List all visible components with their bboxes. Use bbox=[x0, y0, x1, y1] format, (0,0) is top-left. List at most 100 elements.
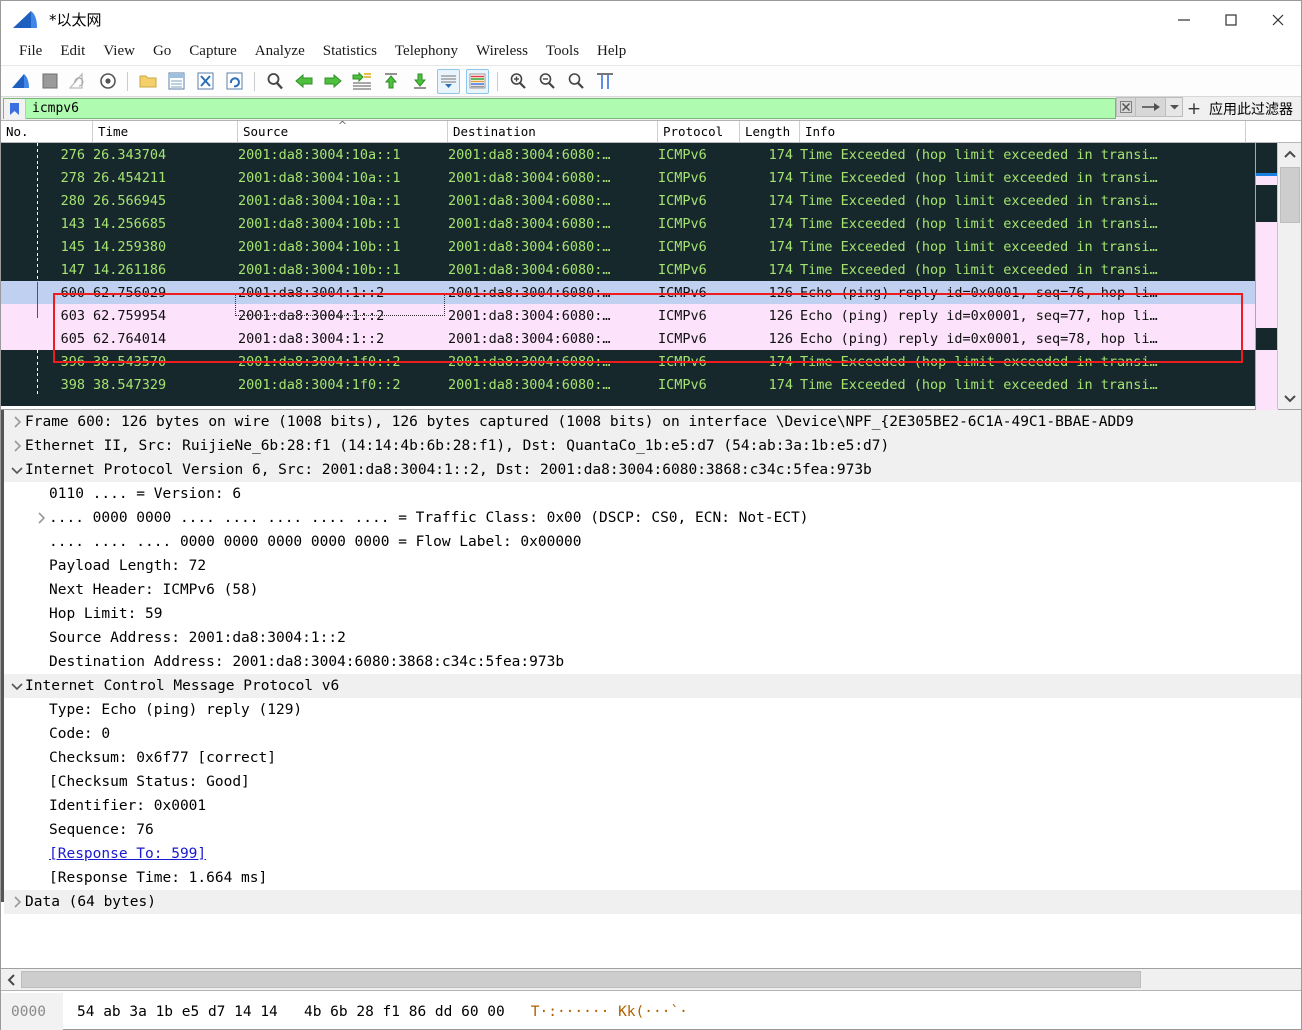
table-row[interactable]: 143 14.256685 2001:da8:3004:10b::1 2001:da8… bbox=[1, 212, 1301, 235]
detail-line[interactable]: Frame 600: 126 bytes on wire (1008 bits)… bbox=[1, 410, 1301, 434]
detail-line[interactable]: Identifier: 0x0001 bbox=[1, 794, 1301, 818]
colorize-icon[interactable] bbox=[466, 68, 489, 94]
chevron-right-icon[interactable] bbox=[9, 416, 25, 428]
table-row[interactable]: 605 62.764014 2001:da8:3004:1::2 2001:da8:3… bbox=[1, 327, 1301, 350]
arrow-right-icon[interactable] bbox=[321, 69, 344, 94]
chevron-down-icon[interactable] bbox=[9, 466, 25, 475]
detail-line[interactable]: Internet Protocol Version 6, Src: 2001:d… bbox=[1, 458, 1301, 482]
chevron-right-icon[interactable] bbox=[33, 512, 49, 524]
menu-capture[interactable]: Capture bbox=[180, 41, 245, 63]
reload-icon[interactable] bbox=[223, 69, 246, 94]
close-file-icon[interactable] bbox=[194, 69, 217, 94]
filter-input[interactable]: icmpv6 bbox=[26, 101, 1115, 116]
detail-line[interactable]: Data (64 bytes) bbox=[1, 890, 1301, 914]
detail-line[interactable]: [Checksum Status: Good] bbox=[1, 770, 1301, 794]
resize-columns-icon[interactable] bbox=[593, 69, 616, 94]
magnifier-icon[interactable] bbox=[263, 69, 286, 94]
detail-line[interactable]: Ethernet II, Src: RuijieNe_6b:28:f1 (14:… bbox=[1, 434, 1301, 458]
chevron-left-icon[interactable] bbox=[1, 969, 21, 990]
clear-x-icon[interactable] bbox=[1116, 97, 1136, 117]
detail-line[interactable]: Code: 0 bbox=[1, 722, 1301, 746]
table-row[interactable]: 276 26.343704 2001:da8:3004:10a::1 2001:da8… bbox=[1, 143, 1301, 166]
detail-line[interactable]: [Response To: 599] bbox=[1, 842, 1301, 866]
detail-horizontal-scrollbar[interactable] bbox=[1, 969, 1301, 991]
packet-list-rows[interactable]: 276 26.343704 2001:da8:3004:10a::1 2001:da8… bbox=[1, 143, 1301, 409]
column-header-source[interactable]: Source ^ bbox=[238, 121, 448, 142]
menu-wireless[interactable]: Wireless bbox=[467, 41, 537, 63]
autoscroll-icon[interactable] bbox=[437, 68, 460, 94]
shark-fin-icon[interactable] bbox=[9, 69, 32, 94]
column-header-length[interactable]: Length bbox=[740, 121, 800, 142]
detail-line[interactable]: Payload Length: 72 bbox=[1, 554, 1301, 578]
table-row[interactable]: 278 26.454211 2001:da8:3004:10a::1 2001:da8… bbox=[1, 166, 1301, 189]
detail-line[interactable]: Hop Limit: 59 bbox=[1, 602, 1301, 626]
detail-line[interactable]: .... .... .... 0000 0000 0000 0000 0000 … bbox=[1, 530, 1301, 554]
bookmark-icon[interactable] bbox=[4, 98, 26, 119]
column-header-info[interactable]: Info bbox=[800, 121, 1246, 142]
menu-telephony[interactable]: Telephony bbox=[386, 41, 467, 63]
detail-line[interactable]: Destination Address: 2001:da8:3004:6080:… bbox=[1, 650, 1301, 674]
gear-icon[interactable] bbox=[96, 69, 119, 94]
hex-byte-values[interactable]: 54 ab 3a 1b e5 d7 14 14 4b 6b 28 f1 86 d… bbox=[63, 1004, 505, 1020]
restart-icon[interactable] bbox=[67, 69, 90, 94]
table-row[interactable]: 603 62.759954 2001:da8:3004:1::2 2001:da8:3… bbox=[1, 304, 1301, 327]
arrow-left-icon[interactable] bbox=[292, 69, 315, 94]
close-icon[interactable] bbox=[1254, 1, 1301, 39]
detail-line[interactable]: [Response Time: 1.664 ms] bbox=[1, 866, 1301, 890]
response-to-link[interactable]: [Response To: 599] bbox=[49, 846, 206, 862]
menu-go[interactable]: Go bbox=[144, 41, 180, 63]
table-row[interactable]: 396 38.543570 2001:da8:3004:1f0::2 2001:da8… bbox=[1, 350, 1301, 373]
chevron-down-icon[interactable] bbox=[9, 682, 25, 691]
detail-line[interactable]: Checksum: 0x6f77 [correct] bbox=[1, 746, 1301, 770]
chevron-up-icon[interactable] bbox=[1278, 143, 1302, 165]
zoom-reset-icon[interactable] bbox=[564, 69, 587, 94]
detail-line[interactable]: Internet Control Message Protocol v6 bbox=[1, 674, 1301, 698]
hscroll-thumb[interactable] bbox=[21, 971, 1141, 988]
column-header-time[interactable]: Time bbox=[93, 121, 238, 142]
add-filter-button[interactable]: + bbox=[1183, 97, 1205, 120]
detail-line[interactable]: Sequence: 76 bbox=[1, 818, 1301, 842]
folder-icon[interactable] bbox=[136, 69, 159, 94]
packet-list-scrollbar[interactable] bbox=[1277, 143, 1301, 409]
menu-statistics[interactable]: Statistics bbox=[314, 41, 386, 63]
chevron-down-icon[interactable] bbox=[1278, 387, 1302, 409]
filter-input-container[interactable]: icmpv6 bbox=[3, 98, 1116, 119]
menu-tools[interactable]: Tools bbox=[537, 41, 588, 63]
apply-arrow-icon[interactable] bbox=[1136, 97, 1166, 117]
hscroll-track[interactable] bbox=[21, 969, 1301, 990]
menu-file[interactable]: File bbox=[10, 41, 51, 63]
table-row[interactable]: 280 26.566945 2001:da8:3004:10a::1 2001:da8… bbox=[1, 189, 1301, 212]
detail-line[interactable]: .... 0000 0000 .... .... .... .... .... … bbox=[1, 506, 1301, 530]
menu-view[interactable]: View bbox=[94, 41, 144, 63]
table-row[interactable]: 398 38.547329 2001:da8:3004:1f0::2 2001:da8… bbox=[1, 373, 1301, 396]
chevron-right-icon[interactable] bbox=[9, 896, 25, 908]
table-row[interactable]: 147 14.261186 2001:da8:3004:10b::1 2001:da8… bbox=[1, 258, 1301, 281]
detail-line[interactable]: 0110 .... = Version: 6 bbox=[1, 482, 1301, 506]
detail-line-list[interactable]: Frame 600: 126 bytes on wire (1008 bits)… bbox=[1, 410, 1301, 914]
column-header-protocol[interactable]: Protocol bbox=[658, 121, 740, 142]
maximize-icon[interactable] bbox=[1207, 1, 1254, 39]
menu-edit[interactable]: Edit bbox=[51, 41, 94, 63]
stop-square-icon[interactable] bbox=[38, 69, 61, 94]
minimize-icon[interactable] bbox=[1160, 1, 1207, 39]
table-row[interactable]: 145 14.259380 2001:da8:3004:10b::1 2001:da8… bbox=[1, 235, 1301, 258]
chevron-down-icon[interactable] bbox=[1166, 97, 1183, 117]
arrow-up-icon[interactable] bbox=[379, 69, 402, 94]
goto-packet-icon[interactable] bbox=[350, 69, 373, 94]
scrollbar-thumb[interactable] bbox=[1280, 167, 1300, 223]
chevron-right-icon[interactable] bbox=[9, 440, 25, 452]
table-row[interactable]: 600 62.756029 2001:da8:3004:1::2 2001:da8:3… bbox=[1, 281, 1301, 304]
packet-detail-pane[interactable]: Frame 600: 126 bytes on wire (1008 bits)… bbox=[1, 410, 1301, 969]
menu-help[interactable]: Help bbox=[588, 41, 635, 63]
packet-bytes-pane[interactable]: 0000 54 ab 3a 1b e5 d7 14 14 4b 6b 28 f1… bbox=[1, 991, 1301, 1030]
menu-analyze[interactable]: Analyze bbox=[246, 41, 314, 63]
column-header-destination[interactable]: Destination bbox=[448, 121, 658, 142]
detail-line[interactable]: Next Header: ICMPv6 (58) bbox=[1, 578, 1301, 602]
hex-ascii-values[interactable]: T·:······ Kk(···`· bbox=[505, 1004, 688, 1020]
detail-line[interactable]: Source Address: 2001:da8:3004:1::2 bbox=[1, 626, 1301, 650]
packet-list-minimap[interactable] bbox=[1255, 143, 1278, 410]
save-icon[interactable] bbox=[165, 69, 188, 94]
arrow-down-icon[interactable] bbox=[408, 69, 431, 94]
column-header-no[interactable]: No. bbox=[1, 121, 93, 142]
zoom-out-icon[interactable] bbox=[535, 69, 558, 94]
